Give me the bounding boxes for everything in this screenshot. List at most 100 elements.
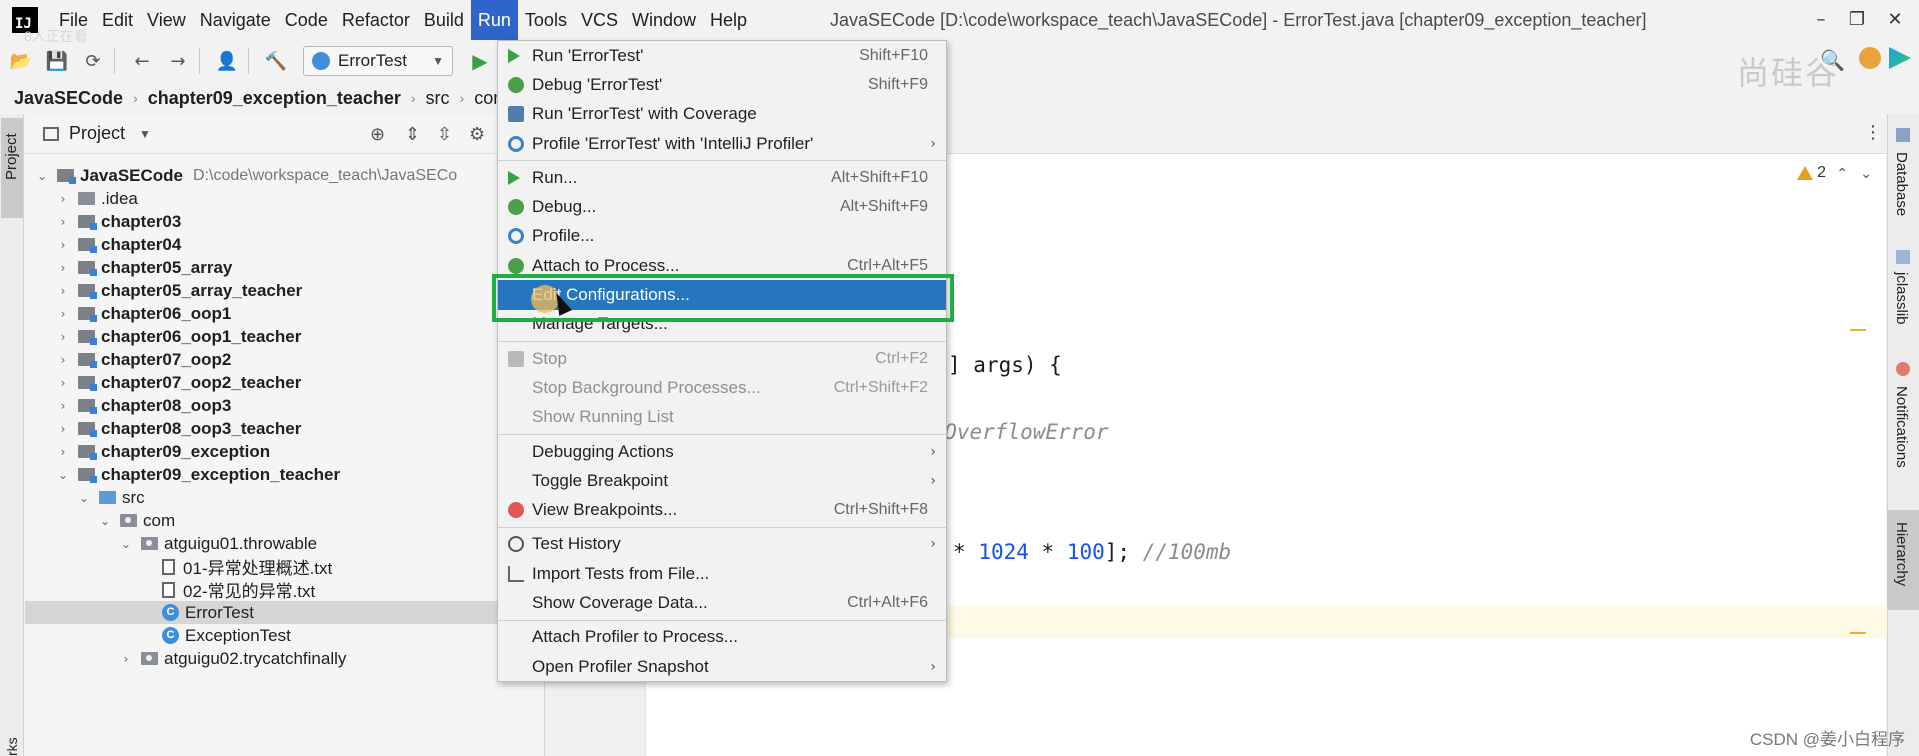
tree-item[interactable]: 01-异常处理概述.txt (25, 555, 545, 578)
chevron-right-icon[interactable]: › (56, 422, 70, 436)
tree-item[interactable]: ⌄ JavaSECode D:\code\workspace_teach\JavaS… (25, 164, 545, 187)
menu-code[interactable]: Code (278, 0, 335, 40)
menu-item-test-history[interactable]: Test History › (498, 530, 946, 559)
chevron-down-icon[interactable]: ⌄ (98, 514, 112, 528)
database-tool-tab[interactable]: Database (1893, 152, 1910, 216)
tree-item[interactable]: › chapter06_oop1 (25, 302, 545, 325)
menu-item-debug[interactable]: Debug... Alt+Shift+F9 (498, 192, 946, 221)
more-options-icon[interactable]: ⋮ (1864, 122, 1882, 143)
menu-navigate[interactable]: Navigate (193, 0, 278, 40)
tree-item[interactable]: C ExceptionTest (25, 624, 545, 647)
run-play-icon[interactable]: ▶ (465, 46, 495, 76)
save-all-icon[interactable]: 💾 (42, 46, 72, 76)
menu-item-open-profiler-snapshot[interactable]: Open Profiler Snapshot › (498, 652, 946, 681)
chevron-down-icon[interactable]: ⌄ (56, 468, 70, 482)
tree-item[interactable]: ⌄ chapter09_exception_teacher (25, 463, 545, 486)
menu-item-run-errortest-with-coverage[interactable]: Run 'ErrorTest' with Coverage (498, 100, 946, 129)
tree-item[interactable]: › chapter04 (25, 233, 545, 256)
chevron-up-icon[interactable]: ⌃ (1836, 166, 1848, 182)
chevron-right-icon[interactable]: › (56, 215, 70, 229)
menu-item-run-errortest[interactable]: Run 'ErrorTest' Shift+F10 (498, 41, 946, 70)
chevron-down-icon[interactable]: ⌄ (77, 491, 91, 505)
chevron-right-icon[interactable]: › (56, 376, 70, 390)
menu-item-debugging-actions[interactable]: Debugging Actions › (498, 437, 946, 466)
tree-item[interactable]: 02-常见的异常.txt (25, 578, 545, 601)
chevron-right-icon[interactable]: › (56, 445, 70, 459)
chevron-right-icon[interactable]: › (56, 307, 70, 321)
chevron-down-icon[interactable]: ⌄ (1860, 166, 1872, 182)
back-arrow-icon[interactable]: ← (127, 46, 157, 76)
menu-item-view-breakpoints[interactable]: View Breakpoints... Ctrl+Shift+F8 (498, 495, 946, 524)
search-icon[interactable]: 🔍 (1820, 48, 1845, 73)
menu-window[interactable]: Window (625, 0, 703, 40)
menu-item-profile[interactable]: Profile... (498, 222, 946, 251)
chevron-right-icon[interactable]: › (56, 399, 70, 413)
tree-item[interactable]: › chapter03 (25, 210, 545, 233)
menu-item-import-tests-from-file[interactable]: Import Tests from File... (498, 559, 946, 588)
tree-item[interactable]: › chapter07_oop2_teacher (25, 371, 545, 394)
project-panel-title[interactable]: Project (69, 123, 125, 144)
chevron-down-icon[interactable]: ⌄ (35, 169, 49, 183)
user-icon[interactable]: 👤 (212, 46, 242, 76)
menu-item-profile-errortest-with-intellij-profiler[interactable]: Profile 'ErrorTest' with 'IntelliJ Profi… (498, 129, 946, 158)
menu-item-toggle-breakpoint[interactable]: Toggle Breakpoint › (498, 466, 946, 495)
chevron-right-icon[interactable]: › (56, 330, 70, 344)
breadcrumb-item[interactable]: chapter09_exception_teacher (148, 88, 401, 109)
breadcrumb-item[interactable]: src (426, 88, 450, 109)
tree-item[interactable]: › atguigu02.trycatchfinally (25, 647, 545, 670)
locate-target-icon[interactable]: ⊕ (370, 124, 385, 145)
update-icon[interactable] (1859, 47, 1881, 69)
menu-run[interactable]: Run (470, 0, 518, 40)
menu-tools[interactable]: Tools (518, 0, 574, 40)
project-tool-tab-label[interactable]: Project (3, 133, 20, 180)
expand-all-icon[interactable]: ⇕ (405, 124, 420, 145)
tree-item[interactable]: ⌄ atguigu01.throwable (25, 532, 545, 555)
scrollbar-warning-marker[interactable] (1850, 632, 1866, 634)
menu-item-debug-errortest[interactable]: Debug 'ErrorTest' Shift+F9 (498, 70, 946, 99)
tree-item[interactable]: › chapter07_oop2 (25, 348, 545, 371)
tree-item[interactable]: › chapter09_exception (25, 440, 545, 463)
collapse-all-icon[interactable]: ⇳ (437, 124, 452, 145)
menu-view[interactable]: View (140, 0, 193, 40)
scrollbar-warning-marker[interactable] (1850, 329, 1866, 331)
chevron-right-icon[interactable]: › (56, 353, 70, 367)
settings-gear-icon[interactable]: ⚙ (469, 124, 485, 145)
menu-item-show-coverage-data[interactable]: Show Coverage Data... Ctrl+Alt+F6 (498, 588, 946, 617)
tree-item[interactable]: ⌄ src (25, 486, 545, 509)
chevron-right-icon[interactable]: › (119, 652, 133, 666)
build-hammer-icon[interactable]: 🔨 (261, 46, 291, 76)
sync-icon[interactable]: ⟳ (78, 46, 108, 76)
chevron-right-icon[interactable]: › (56, 238, 70, 252)
menu-vcs[interactable]: VCS (574, 0, 625, 40)
tree-item[interactable]: › chapter08_oop3 (25, 394, 545, 417)
tree-item[interactable]: C ErrorTest (25, 601, 545, 624)
hierarchy-tool-tab-label[interactable]: Hierarchy (1893, 522, 1910, 586)
open-folder-icon[interactable]: 📂 (6, 46, 36, 76)
minimize-icon[interactable]: – (1811, 10, 1831, 30)
run-configuration-selector[interactable]: ErrorTest ▼ (303, 46, 453, 76)
tree-item[interactable]: › chapter08_oop3_teacher (25, 417, 545, 440)
menu-build[interactable]: Build (417, 0, 471, 40)
chevron-right-icon[interactable]: › (56, 192, 70, 206)
chevron-right-icon[interactable]: › (56, 261, 70, 275)
forward-arrow-icon[interactable]: → (163, 46, 193, 76)
menu-help[interactable]: Help (703, 0, 754, 40)
inspection-warning-badge[interactable]: 2 (1797, 164, 1826, 182)
notifications-tool-tab[interactable]: Notifications (1893, 386, 1910, 468)
restore-icon[interactable]: ❐ (1847, 10, 1867, 30)
jclasslib-tool-tab[interactable]: jclasslib (1893, 272, 1910, 325)
tree-item[interactable]: › chapter06_oop1_teacher (25, 325, 545, 348)
tree-item[interactable]: ⌄ com (25, 509, 545, 532)
chevron-down-icon[interactable]: ⌄ (119, 537, 133, 551)
menu-item-run[interactable]: Run... Alt+Shift+F10 (498, 163, 946, 192)
menu-refactor[interactable]: Refactor (335, 0, 417, 40)
tree-item[interactable]: › chapter05_array_teacher (25, 279, 545, 302)
chevron-down-icon[interactable]: ▼ (139, 127, 151, 141)
menu-edit[interactable]: Edit (95, 0, 140, 40)
breadcrumb-item[interactable]: JavaSECode (14, 88, 123, 109)
tree-item[interactable]: › chapter05_array (25, 256, 545, 279)
menu-item-attach-profiler-to-process[interactable]: Attach Profiler to Process... (498, 623, 946, 652)
chevron-right-icon[interactable]: › (56, 284, 70, 298)
close-icon[interactable]: ✕ (1885, 10, 1905, 30)
bookmarks-tool-tab-label[interactable]: rks (4, 737, 20, 756)
